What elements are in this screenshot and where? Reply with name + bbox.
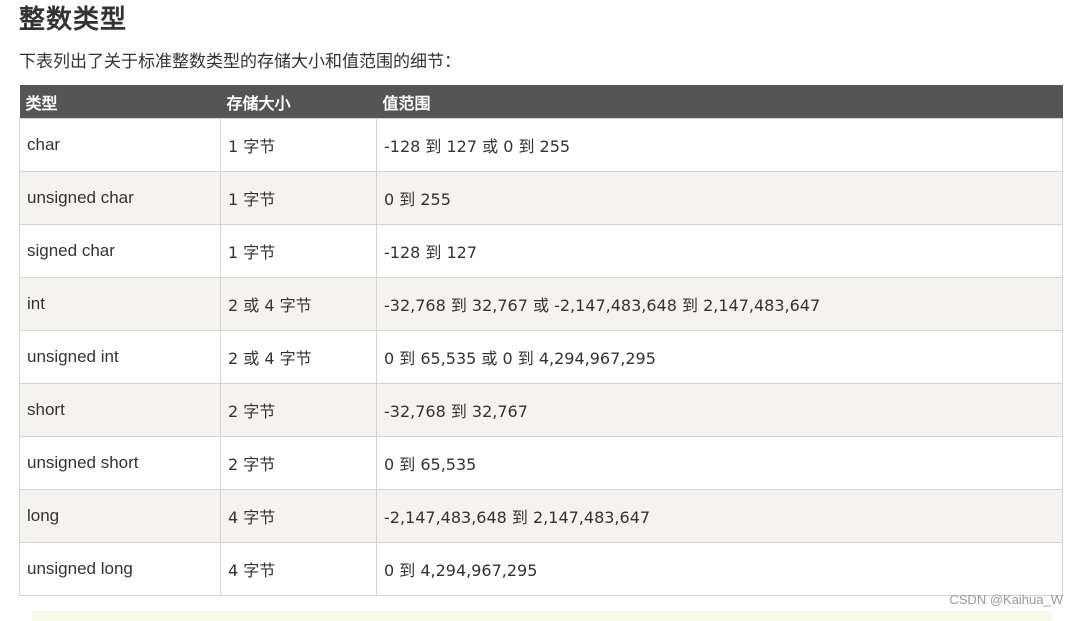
cell-range: -32,768 到 32,767 [376,383,1063,437]
cell-range: -32,768 到 32,767 或 -2,147,483,648 到 2,14… [376,277,1063,331]
cell-type: short [19,383,221,437]
cell-range: -128 到 127 [376,224,1063,278]
cell-range: -128 到 127 或 0 到 255 [376,118,1063,172]
cell-range: 0 到 4,294,967,295 [376,542,1063,596]
cell-size: 1 字节 [220,224,377,278]
page-title: 整数类型 [19,5,128,35]
cell-size: 2 或 4 字节 [220,330,377,384]
table-row: unsigned char 1 字节 0 到 255 [19,171,1063,225]
cell-size: 2 字节 [220,383,377,437]
cell-type: char [19,118,221,172]
header-type: 类型 [19,85,221,119]
cell-type: unsigned long [19,542,221,596]
next-code-block-edge [32,611,1052,621]
integer-types-table: 类型 存储大小 值范围 char 1 字节 -128 到 127 或 0 到 2… [19,85,1063,596]
cell-size: 4 字节 [220,542,377,596]
cell-range: -2,147,483,648 到 2,147,483,647 [376,489,1063,543]
table-row: short 2 字节 -32,768 到 32,767 [19,383,1063,437]
watermark: CSDN @Kaihua_W [949,592,1063,607]
cell-type: unsigned short [19,436,221,490]
table-row: int 2 或 4 字节 -32,768 到 32,767 或 -2,147,4… [19,277,1063,331]
table-row: signed char 1 字节 -128 到 127 [19,224,1063,278]
cell-type: unsigned char [19,171,221,225]
cell-type: signed char [19,224,221,278]
header-value-range: 值范围 [376,85,1063,119]
intro-text: 下表列出了关于标准整数类型的存储大小和值范围的细节： [19,52,461,72]
cell-range: 0 到 65,535 [376,436,1063,490]
table-header-row: 类型 存储大小 值范围 [19,85,1063,119]
cell-size: 1 字节 [220,171,377,225]
table-header: 类型 存储大小 值范围 [19,85,1063,119]
cell-type: long [19,489,221,543]
table-row: unsigned short 2 字节 0 到 65,535 [19,436,1063,490]
cell-type: unsigned int [19,330,221,384]
cell-type: int [19,277,221,331]
table-row: unsigned long 4 字节 0 到 4,294,967,295 [19,542,1063,596]
cell-size: 4 字节 [220,489,377,543]
table-row: long 4 字节 -2,147,483,648 到 2,147,483,647 [19,489,1063,543]
table-row: unsigned int 2 或 4 字节 0 到 65,535 或 0 到 4… [19,330,1063,384]
cell-range: 0 到 65,535 或 0 到 4,294,967,295 [376,330,1063,384]
table-row: char 1 字节 -128 到 127 或 0 到 255 [19,118,1063,172]
cell-size: 2 或 4 字节 [220,277,377,331]
cell-size: 2 字节 [220,436,377,490]
table-body: char 1 字节 -128 到 127 或 0 到 255 unsigned … [19,118,1063,596]
cell-size: 1 字节 [220,118,377,172]
header-storage-size: 存储大小 [220,85,377,119]
cell-range: 0 到 255 [376,171,1063,225]
